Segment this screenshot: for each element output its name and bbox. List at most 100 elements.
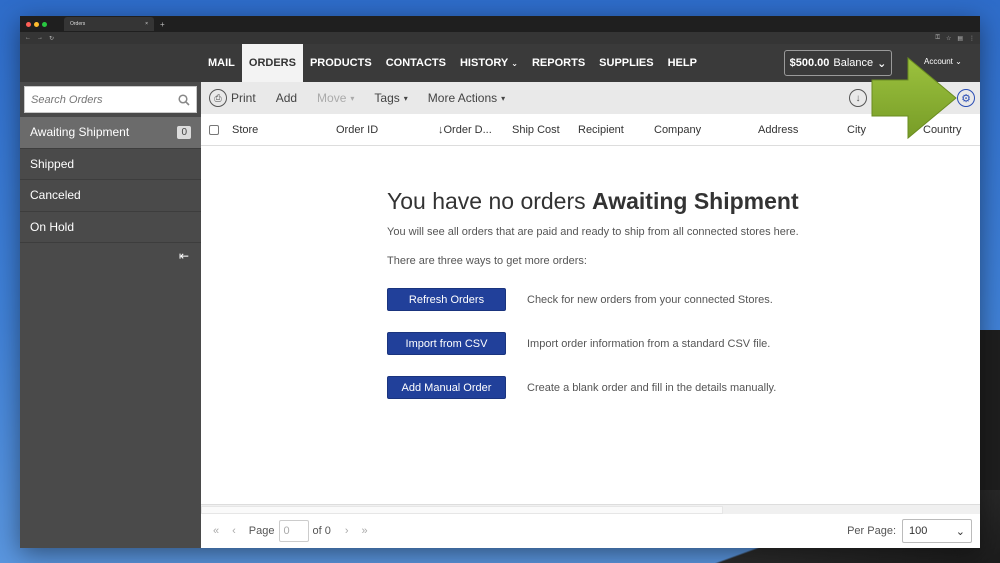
sidebar-item-label: On Hold: [30, 219, 75, 234]
nav-item-label: REPORTS: [531, 57, 586, 69]
per-page-select[interactable]: 100 ⌄: [902, 519, 972, 543]
sidebar-item-label: Awaiting Shipment: [30, 125, 130, 140]
main-content: ⎙ Print Add Move ▾ Tags ▾ More Actions ▾…: [201, 82, 980, 548]
sidebar: Awaiting Shipment 0 Shipped Canceled On Hold…: [20, 82, 201, 548]
key-icon[interactable]: ⚿: [935, 35, 940, 42]
download-icon[interactable]: ↓: [849, 89, 867, 107]
empty-state-title-prefix: You have no orders: [387, 188, 586, 214]
extension-icon[interactable]: ▤: [957, 35, 963, 42]
page-total: of 0: [312, 525, 331, 537]
chevron-down-icon: ▾: [501, 93, 506, 103]
balance-label: Balance: [833, 57, 874, 69]
tags-button[interactable]: Tags ▾: [374, 91, 407, 105]
column-header-order-date-label: Order D...: [443, 123, 492, 136]
add-label: Add: [275, 91, 298, 105]
main-nav: MAIL ORDERS PRODUCTS CONTACTS HISTORY ⌄ REPORT…: [201, 44, 704, 82]
star-icon[interactable]: ☆: [946, 35, 951, 42]
sidebar-item-label: Canceled: [30, 188, 81, 203]
count-badge: 0: [177, 125, 191, 139]
column-header-company[interactable]: Company: [654, 124, 701, 136]
refresh-orders-button[interactable]: Refresh Orders: [387, 288, 506, 311]
nav-item-label: HISTORY: [459, 57, 509, 69]
nav-item-products[interactable]: PRODUCTS: [303, 44, 379, 82]
nav-item-label: PRODUCTS: [309, 57, 372, 69]
page-number-input[interactable]: 0: [278, 520, 309, 542]
search-input[interactable]: [31, 93, 178, 106]
nav-item-reports[interactable]: REPORTS: [525, 44, 592, 82]
background-object: [978, 330, 1000, 490]
nav-item-history[interactable]: HISTORY ⌄: [453, 44, 525, 82]
column-header-address[interactable]: Address: [758, 124, 798, 136]
action-description: Import order information from a standard…: [527, 337, 771, 350]
sidebar-item-canceled[interactable]: Canceled: [20, 180, 201, 212]
nav-item-help[interactable]: HELP: [661, 44, 704, 82]
maximize-window-icon[interactable]: [42, 21, 47, 27]
move-button[interactable]: Move ▾: [317, 91, 354, 105]
print-button[interactable]: ⎙ Print: [209, 89, 256, 107]
chevron-down-icon: ▾: [403, 93, 408, 103]
import-from-csv-button[interactable]: Import from CSV: [387, 332, 506, 355]
nav-item-orders[interactable]: ORDERS: [241, 44, 303, 82]
chevron-down-icon: ⌄: [955, 525, 965, 538]
action-row: Refresh Orders Check for new orders from …: [387, 288, 827, 311]
new-tab-icon[interactable]: +: [160, 20, 165, 29]
first-page-icon[interactable]: «: [213, 525, 219, 537]
column-header-recipient[interactable]: Recipient: [578, 124, 624, 136]
nav-item-label: SUPPLIES: [599, 57, 654, 69]
print-label: Print: [231, 91, 256, 105]
browser-tab-title: Orders: [70, 21, 86, 27]
per-page-label: Per Page:: [847, 525, 896, 537]
action-row: Add Manual Order Create a blank order and…: [387, 376, 827, 399]
sidebar-item-on-hold[interactable]: On Hold: [20, 212, 201, 243]
action-description: Check for new orders from your connected…: [527, 293, 773, 306]
nav-item-supplies[interactable]: SUPPLIES: [592, 44, 660, 82]
close-window-icon[interactable]: [26, 21, 31, 27]
search-box: [24, 86, 197, 113]
sidebar-item-awaiting-shipment[interactable]: Awaiting Shipment 0: [20, 117, 201, 149]
action-row: Import from CSV Import order information …: [387, 332, 827, 355]
forward-arrow-icon[interactable]: →: [37, 35, 43, 41]
app-header: MAIL ORDERS PRODUCTS CONTACTS HISTORY ⌄ REPORT…: [20, 44, 980, 82]
prev-page-icon[interactable]: ‹: [232, 525, 236, 537]
more-actions-button[interactable]: More Actions ▾: [428, 91, 505, 105]
page-label: Page: [248, 525, 275, 537]
scrollbar-thumb[interactable]: [201, 506, 723, 514]
empty-state: You have no orders Awaiting Shipment You…: [387, 188, 827, 399]
close-tab-icon[interactable]: ×: [145, 21, 148, 27]
more-actions-label: More Actions: [427, 91, 498, 105]
sidebar-item-label: Shipped: [30, 156, 75, 171]
next-page-icon[interactable]: ›: [345, 525, 349, 537]
nav-item-contacts[interactable]: CONTACTS: [379, 44, 453, 82]
move-label: Move: [317, 91, 347, 105]
nav-item-mail[interactable]: MAIL: [201, 44, 242, 82]
browser-tab[interactable]: Orders ×: [64, 17, 154, 31]
select-all-checkbox[interactable]: [209, 124, 219, 135]
minimize-window-icon[interactable]: [34, 21, 39, 27]
column-header-city[interactable]: City: [847, 124, 866, 136]
reload-icon[interactable]: ↻: [49, 35, 54, 42]
browser-window: Orders × + ← → ↻ ⚿ ☆ ▤ ⋮ MAIL ORDERS PRODU…: [20, 16, 980, 548]
chevron-down-icon: ▾: [350, 93, 355, 103]
browser-tab-strip: Orders × +: [20, 16, 980, 32]
column-header-ship-cost[interactable]: Ship Cost: [512, 124, 560, 136]
add-manual-order-button[interactable]: Add Manual Order: [387, 376, 506, 399]
annotation-arrow-icon: [871, 56, 957, 140]
sidebar-item-shipped[interactable]: Shipped: [20, 149, 201, 180]
gear-icon[interactable]: ⚙: [957, 89, 975, 107]
search-icon[interactable]: [178, 93, 190, 106]
add-button[interactable]: Add: [276, 91, 297, 105]
tags-label: Tags: [374, 91, 400, 105]
nav-item-label: MAIL: [208, 57, 235, 69]
back-arrow-icon[interactable]: ←: [25, 35, 31, 41]
kebab-menu-icon[interactable]: ⋮: [969, 35, 975, 42]
column-header-order-date[interactable]: ↓Order D...: [438, 124, 492, 136]
column-header-store[interactable]: Store: [232, 124, 258, 136]
horizontal-scrollbar[interactable]: [201, 504, 980, 514]
toolbar: ⎙ Print Add Move ▾ Tags ▾ More Actions ▾…: [201, 82, 980, 114]
column-header-order-id[interactable]: Order ID: [336, 124, 378, 136]
action-description: Create a blank order and fill in the det…: [527, 381, 777, 394]
per-page-control: Per Page: 100 ⌄: [847, 519, 972, 543]
last-page-icon[interactable]: »: [362, 525, 368, 537]
balance-amount: $500.00: [789, 57, 830, 69]
collapse-sidebar-icon[interactable]: ⇤: [20, 243, 201, 269]
